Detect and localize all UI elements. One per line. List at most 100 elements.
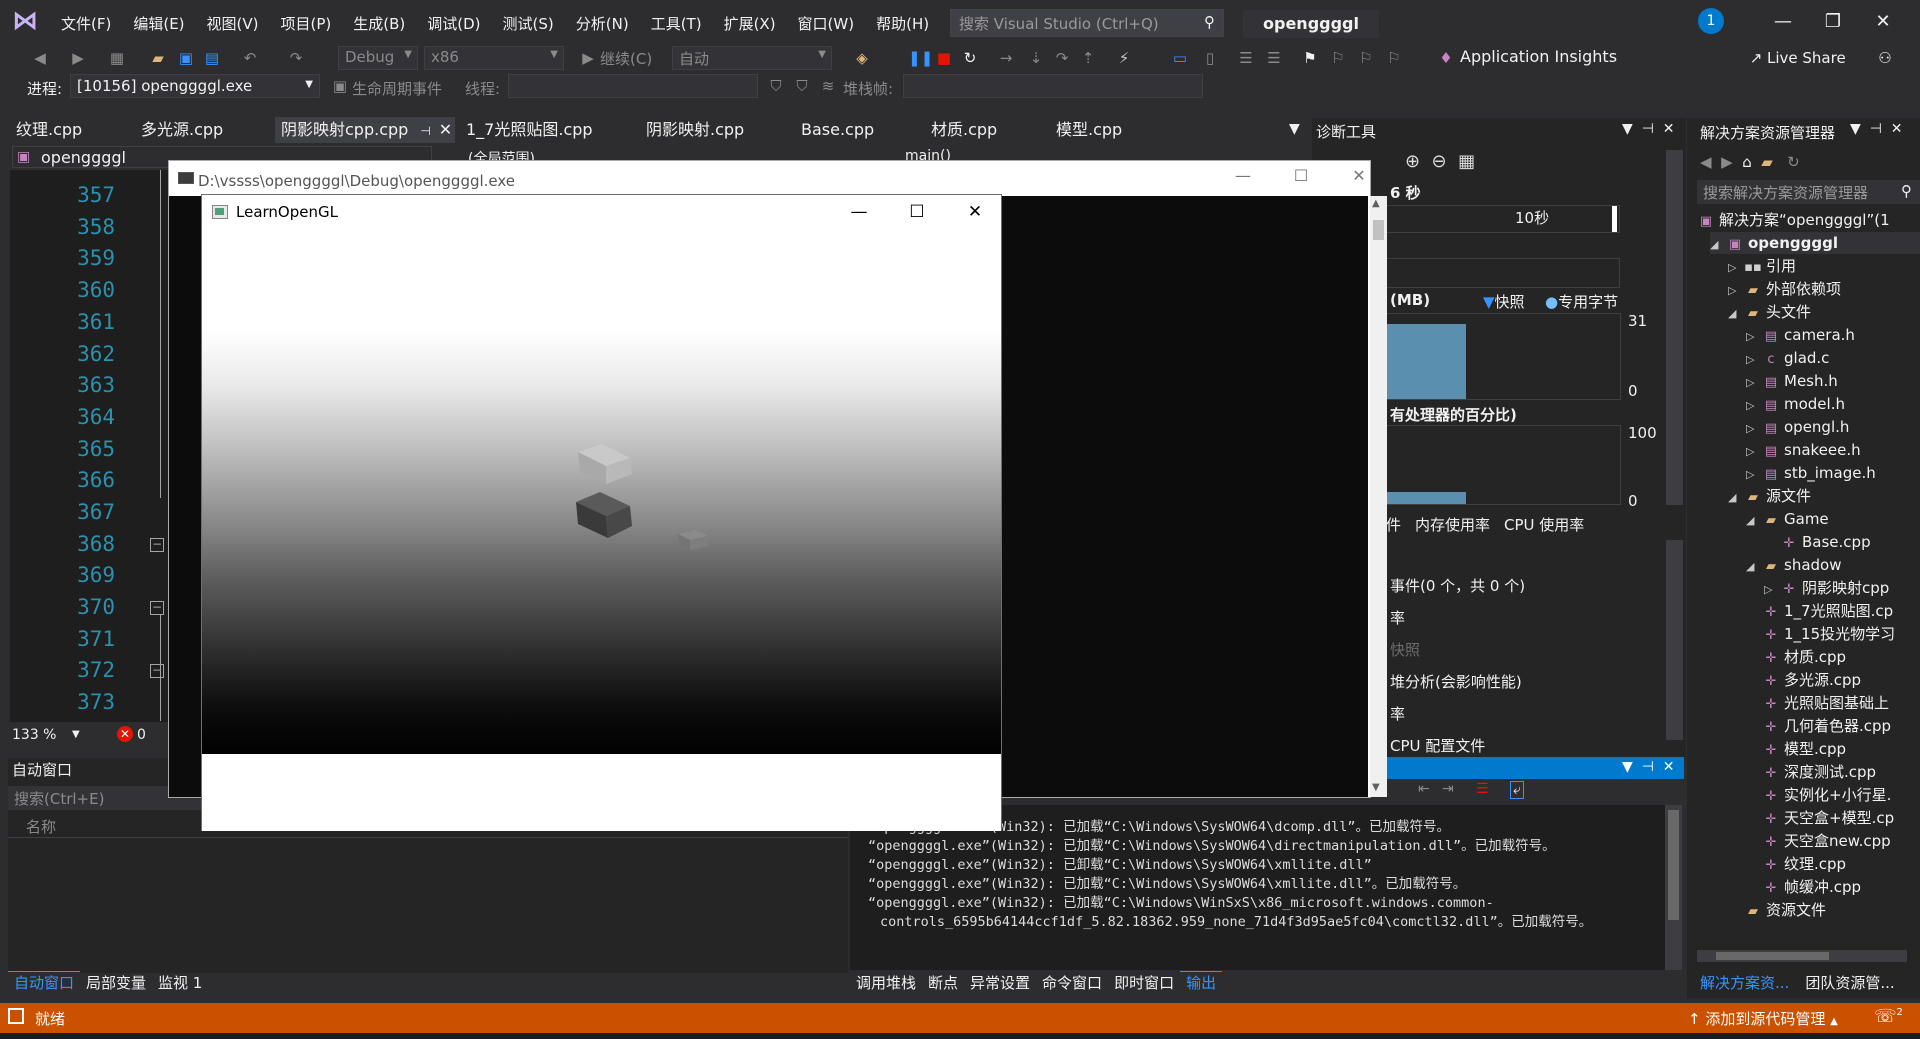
error-icon[interactable]: ✕ [117,726,133,742]
tree-item[interactable]: ▷ ▤ snakeee.h [1746,439,1861,461]
tree-item[interactable]: ✛ 多光源.cpp [1746,669,1862,691]
back-icon[interactable]: ◀ [30,48,50,68]
menu-test[interactable]: 测试(S) [492,13,565,34]
pause-icon[interactable]: ❚❚ [908,48,933,68]
editor-tab[interactable]: 材质.cpp [925,117,1003,143]
menu-analyze[interactable]: 分析(N) [565,13,640,34]
console-close-button[interactable]: ✕ [1336,166,1382,185]
tree-item[interactable]: ▷ ▰ 外部依赖项 [1728,278,1841,300]
expand-arrow-icon[interactable]: ▷ [1728,280,1744,302]
find-next-icon[interactable]: ⇥ [1442,781,1454,797]
tree-item[interactable]: ✛ 深度测试.cpp [1746,761,1877,783]
tree-item[interactable]: ✛ 天空盒+模型.cp [1746,807,1895,829]
tab-exception-settings[interactable]: 异常设置 [964,972,1036,993]
tree-item[interactable]: ◢ ▰ shadow [1746,554,1841,576]
error-count[interactable]: 0 [137,727,146,743]
collapse-icon[interactable]: − [150,601,164,615]
tree-item[interactable]: ▷ ▤ model.h [1746,393,1845,415]
diagnostic-scrollbar[interactable] [1666,540,1683,740]
notifications-button[interactable]: ☏2 [1874,1006,1903,1027]
tab-events[interactable]: 件 [1386,514,1401,535]
expand-arrow-icon[interactable]: ▷ [1746,372,1762,394]
tree-item[interactable]: ✛ 帧缓冲.cpp [1746,876,1862,898]
solution-node[interactable]: ▣ 解决方案“openggggl”(1 [1697,209,1890,231]
close-button[interactable]: ✕ [1860,8,1906,36]
stop-icon[interactable]: ■ [934,48,954,68]
console-scrollbar[interactable] [1370,196,1387,797]
expand-arrow-icon[interactable]: ◢ [1728,487,1744,509]
tree-item[interactable]: ▷ c glad.c [1746,347,1829,369]
application-insights-icon[interactable]: ♦ [1436,48,1456,68]
editor-tab[interactable]: 多光源.cpp [135,117,229,143]
solution-explorer-search[interactable]: 搜索解决方案资源管理器 ⚲ [1697,180,1920,204]
search-input[interactable]: 搜索 Visual Studio (Ctrl+Q) ⚲ [950,9,1224,37]
continue-icon[interactable]: ▶ [578,48,598,68]
zoom-level[interactable]: 133 % [12,727,56,743]
zoom-chevron-down-icon[interactable]: ▼ [72,729,80,740]
close-icon[interactable]: ✕ [1663,759,1675,775]
outdent-icon[interactable]: ☰ [1264,48,1284,68]
scroll-up-icon[interactable]: ▲ [1372,198,1380,209]
chevron-down-icon[interactable]: ▼ [1622,759,1633,775]
switch-views-icon[interactable]: ▰ [1761,153,1773,171]
gl-minimize-button[interactable]: — [830,197,888,227]
menu-debug[interactable]: 调试(D) [416,13,491,34]
editor-tab[interactable]: 1_7光照贴图.cpp [460,117,599,143]
zoom-in-icon[interactable]: ⊕ [1405,151,1420,172]
live-share-icon[interactable]: ↗ [1746,48,1766,68]
console-minimize-button[interactable]: — [1220,166,1266,185]
filter-icon[interactable]: ⛉ [766,76,786,96]
tree-item[interactable]: ✛ 1_7光照贴图.cp [1746,600,1894,622]
restart-icon[interactable]: ↻ [960,48,980,68]
tree-item[interactable]: ▰ 资源文件 [1728,899,1826,921]
tab-immediate-window[interactable]: 即时窗口 [1108,972,1180,993]
save-icon[interactable]: ▣ [176,48,196,68]
back-icon[interactable]: ◀ [1700,153,1712,171]
editor-tab-active[interactable]: 阴影映射cpp.cpp ⊣ ✕ [275,117,455,143]
forward-icon[interactable]: ▶ [68,48,88,68]
code-editor[interactable]: 357 358 359 360 361 362 363 364 365 366 … [10,170,170,722]
visual-studio-logo-icon[interactable]: ⋈ [10,6,40,36]
diagnostic-timeline[interactable] [1380,205,1620,233]
save-all-icon[interactable]: ▤ [202,48,222,68]
pin-icon[interactable]: ⊣ [1642,121,1654,137]
tree-item[interactable]: ✛ 纹理.cpp [1746,853,1847,875]
step-into-icon[interactable]: ⇣ [1026,48,1046,68]
diagnostic-scrollbar[interactable] [1666,150,1683,505]
editor-tab[interactable]: 模型.cpp [1050,117,1128,143]
expand-arrow-icon[interactable]: ▷ [1764,579,1780,601]
tab-memory-usage[interactable]: 内存使用率 [1415,514,1490,535]
maximize-button[interactable]: ❐ [1810,8,1856,36]
tree-item[interactable]: ◢ ▰ 头文件 [1728,301,1811,323]
console-scroll-thumb[interactable] [1373,220,1384,240]
menu-help[interactable]: 帮助(H) [865,13,940,34]
debug-target-icon[interactable]: ◈ [852,48,872,68]
uncomment-icon[interactable]: ▯ [1200,48,1220,68]
tree-item[interactable]: ▷ ▤ opengl.h [1746,416,1849,438]
tree-item[interactable]: ✛ 材质.cpp [1746,646,1847,668]
minimize-button[interactable]: — [1760,8,1806,36]
menu-project[interactable]: 项目(P) [270,13,343,34]
opengl-render-canvas[interactable] [202,232,1001,754]
expand-arrow-icon[interactable]: ▷ [1746,395,1762,417]
find-prev-icon[interactable]: ⇤ [1418,781,1430,797]
chevron-down-icon[interactable]: ▼ [1850,121,1861,137]
pin-icon[interactable]: ⊣ [1870,121,1882,137]
tab-locals[interactable]: 局部变量 [80,972,152,993]
expand-arrow-icon[interactable]: ▷ [1728,257,1744,279]
hot-reload-icon[interactable]: ⚡ [1114,48,1134,68]
close-icon[interactable]: ✕ [1891,121,1903,137]
tab-call-stack[interactable]: 调用堆栈 [850,972,922,993]
menu-view[interactable]: 视图(V) [196,13,270,34]
tree-item[interactable]: ▷ ✛ 阴影映射cpp [1764,577,1889,599]
pin-icon[interactable]: ⊣ [1642,759,1654,775]
gl-maximize-button[interactable]: ☐ [888,197,946,227]
live-share-button[interactable]: Live Share [1767,49,1846,67]
process-dropdown[interactable]: [10156] openggggl.exe ▼ [70,74,320,98]
menu-edit[interactable]: 编辑(E) [122,13,195,34]
tree-item[interactable]: ✛ 实例化+小行星. [1746,784,1892,806]
tree-item[interactable]: ▷ ▤ stb_image.h [1746,462,1876,484]
chevron-down-icon[interactable]: ▼ [1622,121,1633,137]
tab-output[interactable]: 输出 [1180,971,1223,993]
prev-bookmark-icon[interactable]: ⚐ [1328,48,1348,68]
